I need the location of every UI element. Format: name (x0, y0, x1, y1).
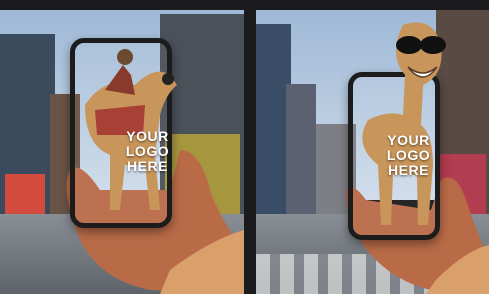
phone-mockup-left: YOUR LOGO HERE (70, 38, 177, 228)
logo-line-your: YOUR (387, 132, 430, 148)
phone-mockup-right: YOUR LOGO HERE (348, 22, 446, 240)
logo-line-logo: LOGO (386, 147, 431, 163)
logo-placeholder-right: YOUR LOGO HERE (381, 133, 436, 178)
logo-line-here: HERE (388, 162, 429, 178)
logo-line-your: YOUR (126, 128, 169, 144)
billboard (5, 174, 45, 214)
right-mockup-panel: YOUR LOGO HERE (256, 10, 489, 294)
left-mockup-panel: YOUR LOGO HERE (0, 10, 244, 294)
logo-line-here: HERE (127, 158, 168, 174)
logo-placeholder-left: YOUR LOGO HERE (120, 129, 175, 174)
camel-sunglasses-image (362, 22, 446, 225)
logo-line-logo: LOGO (125, 143, 170, 159)
